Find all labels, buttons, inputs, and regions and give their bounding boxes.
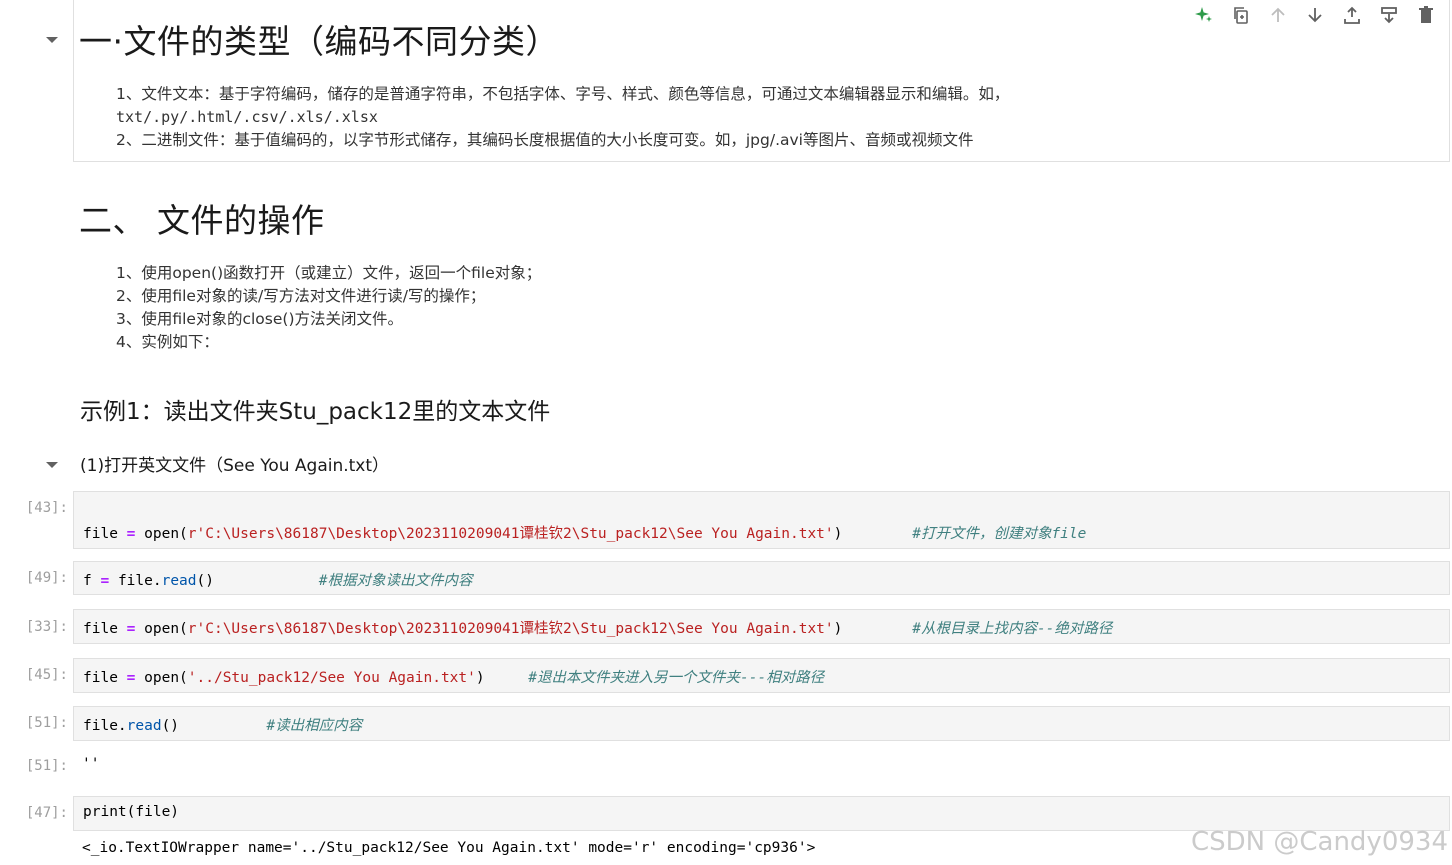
heading-file-operations: 二、 文件的操作 (79, 201, 325, 240)
code-cell[interactable]: file = open(r'C:\Users\86187\Desktop\202… (73, 609, 1450, 644)
paragraph-binary-file: 2、二进制文件：基于值编码的，以字节形式储存，其编码长度根据值的大小长度可变。如… (116, 131, 974, 149)
cell-prompt: [33]: (25, 619, 68, 635)
code-line: file = open('../Stu_pack12/See You Again… (83, 670, 825, 686)
code-line: file = open(r'C:\Users\86187\Desktop\202… (83, 621, 1113, 637)
output-text: <_io.TextIOWrapper name='../Stu_pack12/S… (82, 840, 816, 856)
list-item: 4、实例如下： (116, 333, 219, 351)
cell-prompt: [51]: (25, 715, 68, 731)
code-line: file = open(r'C:\Users\86187\Desktop\202… (83, 526, 1087, 542)
code-line: print(file) (83, 804, 180, 820)
code-cell[interactable]: file = open(r'C:\Users\86187\Desktop\202… (73, 491, 1450, 549)
cell-prompt: [45]: (25, 667, 68, 683)
code-cell[interactable]: f = file.read() #根据对象读出文件内容 (73, 561, 1450, 595)
code-cell[interactable]: file = open('../Stu_pack12/See You Again… (73, 658, 1450, 693)
output-text: '' (82, 756, 100, 772)
cell-prompt: [47]: (25, 805, 68, 821)
collapse-icon[interactable] (45, 455, 63, 469)
output-prompt: [51]: (25, 758, 68, 774)
list-item: 1、使用open()函数打开（或建立）文件，返回一个file对象； (116, 264, 542, 282)
list-item: 3、使用file对象的close()方法关闭文件。 (116, 310, 403, 328)
cell-prompt: [49]: (25, 570, 68, 586)
heading-file-types: 一·文件的类型（编码不同分类） (79, 22, 559, 61)
collapse-icon[interactable] (45, 30, 63, 44)
paragraph-text-file-ext: txt/.py/.html/.csv/.xls/.xlsx (116, 108, 378, 126)
paragraph-text-file: 1、文件文本：基于字符编码，储存的是普通字符串，不包括字体、字号、样式、颜色等信… (116, 85, 1010, 103)
cell-prompt: [43]: (25, 500, 68, 516)
code-cell[interactable]: print(file) (73, 796, 1450, 831)
code-cell[interactable]: file.read() #读出相应内容 (73, 706, 1450, 741)
heading-example-1: 示例1：读出文件夹Stu_pack12里的文本文件 (80, 399, 551, 425)
code-line: file.read() #读出相应内容 (83, 718, 363, 734)
list-item: 2、使用file对象的读/写方法对文件进行读/写的操作； (116, 287, 486, 305)
code-line: f = file.read() #根据对象读出文件内容 (83, 573, 473, 589)
watermark: CSDN @Candy0934 (1190, 827, 1448, 857)
heading-open-english-file: (1)打开英文文件（See You Again.txt） (80, 456, 390, 476)
